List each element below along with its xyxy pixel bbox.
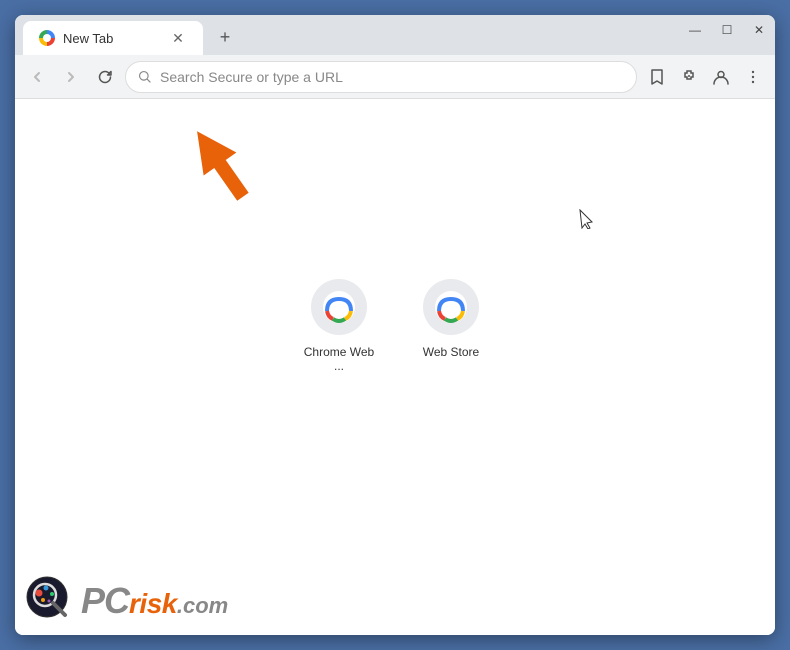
maximize-button[interactable]: ☐ [719,23,735,37]
forward-button[interactable] [57,63,85,91]
dotcom-text: .com [177,593,228,619]
cursor [579,209,595,229]
shortcut-web-store[interactable]: Web Store [411,279,491,359]
chrome-webstore-icon [321,289,357,325]
tab-title: New Tab [63,31,161,46]
back-icon [29,69,45,85]
search-icon [138,70,152,84]
pc-text: PC [81,580,129,622]
watermark: PC risk .com [25,575,228,627]
address-placeholder: Search Secure or type a URL [160,69,343,85]
menu-button[interactable] [739,63,767,91]
toolbar: Search Secure or type a URL [15,55,775,99]
profile-icon [712,68,730,86]
shortcut-icon-circle-1 [311,279,367,335]
browser-content: Chrome Web ... Web Store [15,99,775,635]
tab-close-button[interactable]: ✕ [169,29,187,47]
pcrisk-text: PC risk .com [81,580,228,622]
extensions-icon [680,68,698,86]
back-button[interactable] [23,63,51,91]
tab-favicon [39,30,55,46]
minimize-button[interactable]: — [687,23,703,37]
profile-button[interactable] [707,63,735,91]
shortcuts-area: Chrome Web ... Web Store [299,279,491,373]
shortcut-label-2: Web Store [423,345,479,359]
toolbar-icons [643,63,767,91]
title-bar: New Tab ✕ + — ☐ ✕ [15,15,775,55]
bookmark-icon [648,68,666,86]
browser-window: New Tab ✕ + — ☐ ✕ [15,15,775,635]
window-controls: — ☐ ✕ [687,23,767,37]
active-tab[interactable]: New Tab ✕ [23,21,203,55]
shortcut-chrome-web-store[interactable]: Chrome Web ... [299,279,379,373]
arrow-annotation [180,119,260,199]
close-button[interactable]: ✕ [751,23,767,37]
extensions-button[interactable] [675,63,703,91]
web-store-icon [433,289,469,325]
shortcut-icon-circle-2 [423,279,479,335]
address-bar[interactable]: Search Secure or type a URL [125,61,637,93]
pcrisk-logo-icon [25,575,77,627]
new-tab-button[interactable]: + [211,23,239,51]
risk-text: risk [129,588,177,620]
bookmark-button[interactable] [643,63,671,91]
arrow-svg [180,119,260,209]
shortcut-label-1: Chrome Web ... [299,345,379,373]
reload-icon [97,69,113,85]
cursor-icon [579,209,595,229]
forward-icon [63,69,79,85]
reload-button[interactable] [91,63,119,91]
menu-icon [744,68,762,86]
